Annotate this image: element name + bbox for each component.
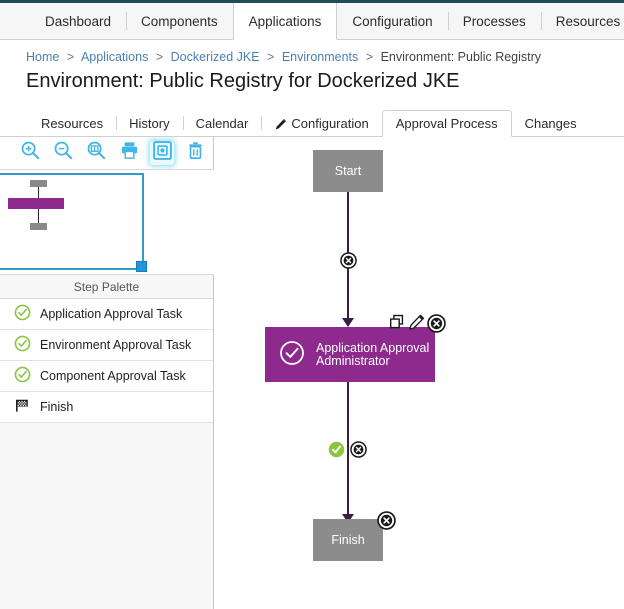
overview-icon (152, 140, 173, 166)
pencil-icon (274, 118, 287, 131)
flow-node-start[interactable]: Start (313, 150, 383, 192)
diagram-minimap[interactable] (0, 170, 214, 275)
delete-connector-icon[interactable] (350, 441, 367, 458)
palette-item-finish[interactable]: Finish (0, 392, 213, 423)
breadcrumb-item-home[interactable]: Home (26, 50, 59, 64)
zoom-out-button[interactable] (51, 141, 75, 165)
check-circle-icon (14, 335, 31, 355)
nav-tab-processes[interactable]: Processes (447, 3, 541, 39)
flow-node-label: Application Approval Administrator (316, 340, 430, 368)
nav-tab-label: Configuration (352, 13, 433, 29)
arrow-head-approval (342, 318, 354, 327)
flow-node-label: Finish (331, 533, 365, 547)
nav-tab-components[interactable]: Components (126, 3, 233, 39)
check-circle-icon (279, 340, 305, 369)
breadcrumb-item-current: Environment: Public Registry (380, 50, 542, 64)
nav-tab-label: Components (141, 13, 218, 29)
primary-navigation: Dashboard Components Applications Config… (0, 3, 624, 40)
palette-item-label: Component Approval Task (40, 369, 186, 383)
palette-item-label: Environment Approval Task (40, 338, 192, 352)
print-icon (119, 140, 140, 166)
flow-node-finish[interactable]: Finish (313, 519, 383, 561)
overview-button[interactable] (150, 141, 174, 165)
connector-approval-to-finish (347, 382, 349, 522)
flow-node-label-line1: Application Approval (316, 340, 430, 355)
sub-navigation: Resources History Calendar Configuration… (0, 110, 624, 137)
nav-tab-label: Resources (555, 13, 621, 29)
breadcrumb-item-environments[interactable]: Environments (282, 50, 358, 64)
nav-tab-label: Applications (248, 13, 322, 29)
check-circle-icon (14, 366, 31, 386)
breadcrumb-item-applications[interactable]: Applications (81, 50, 148, 64)
print-button[interactable] (117, 141, 141, 165)
sub-tab-label: Configuration (291, 115, 369, 131)
approval-process-canvas[interactable]: Start Application Approval Administrator… (215, 137, 624, 609)
breadcrumb-separator: > (365, 50, 374, 64)
nav-tab-resources[interactable]: Resources (540, 3, 624, 39)
step-palette-title: Step Palette (73, 279, 140, 294)
flow-node-label: Start (334, 164, 362, 178)
flow-node-action-toolbar (389, 314, 446, 333)
copy-icon[interactable] (389, 314, 406, 331)
edit-icon[interactable] (408, 314, 425, 331)
palette-item-label: Application Approval Task (40, 307, 183, 321)
trash-icon (185, 140, 206, 166)
zoom-fit-button[interactable] (84, 141, 108, 165)
sub-tab-label: Resources (41, 115, 104, 131)
sub-tab-approval-process[interactable]: Approval Process (381, 110, 512, 137)
sub-tab-label: Changes (524, 115, 577, 131)
palette-item-application-approval-task[interactable]: Application Approval Task (0, 299, 213, 330)
palette-empty-space (0, 423, 213, 609)
approved-status-icon (328, 441, 345, 458)
nav-tab-applications[interactable]: Applications (232, 3, 338, 40)
zoom-fit-icon (86, 140, 107, 166)
sub-tab-history[interactable]: History (116, 110, 182, 136)
palette-item-component-approval-task[interactable]: Component Approval Task (0, 361, 213, 392)
breadcrumb-separator: > (66, 50, 75, 64)
minimap-viewport[interactable] (0, 173, 144, 270)
nav-tab-label: Dashboard (45, 13, 112, 29)
palette-item-environment-approval-task[interactable]: Environment Approval Task (0, 330, 213, 361)
approval-process-page: Dashboard Components Applications Config… (0, 0, 624, 609)
check-circle-icon (14, 304, 31, 324)
zoom-in-button[interactable] (18, 141, 42, 165)
sub-tab-changes[interactable]: Changes (512, 110, 590, 136)
step-palette-header: Step Palette (0, 275, 213, 299)
delete-connector-icon[interactable] (340, 252, 357, 269)
step-palette-list: Application Approval Task Environment Ap… (0, 299, 213, 423)
sub-tab-label: Approval Process (395, 116, 498, 131)
sub-tab-calendar[interactable]: Calendar (182, 110, 262, 136)
page-title: Environment: Public Registry for Dockeri… (26, 70, 460, 92)
sub-tab-label: Calendar (195, 115, 249, 131)
nav-tab-dashboard[interactable]: Dashboard (30, 3, 126, 39)
diagram-toolbar (0, 137, 213, 170)
nav-tab-configuration[interactable]: Configuration (337, 3, 447, 39)
left-panel: Step Palette Application Approval Task E… (0, 137, 214, 609)
delete-button[interactable] (183, 141, 207, 165)
delete-node-icon[interactable] (377, 511, 396, 530)
flow-node-label-line2: Administrator (316, 353, 390, 368)
breadcrumb-separator: > (267, 50, 275, 64)
checkered-flag-icon (14, 397, 31, 417)
flow-node-application-approval-administrator[interactable]: Application Approval Administrator (265, 327, 435, 382)
palette-item-label: Finish (40, 400, 74, 414)
delete-node-icon[interactable] (427, 314, 446, 333)
zoom-out-icon (53, 140, 74, 166)
minimap-resize-handle[interactable] (136, 261, 147, 272)
sub-tab-resources[interactable]: Resources (28, 110, 116, 136)
breadcrumb: Home > Applications > Dockerized JKE > E… (26, 50, 541, 64)
zoom-in-icon (20, 140, 41, 166)
breadcrumb-separator: > (155, 50, 164, 64)
breadcrumb-item-dockerized-jke[interactable]: Dockerized JKE (171, 50, 260, 64)
sub-tab-configuration[interactable]: Configuration (261, 110, 381, 136)
sub-tab-label: History (129, 115, 170, 131)
nav-tab-label: Processes (462, 13, 526, 29)
